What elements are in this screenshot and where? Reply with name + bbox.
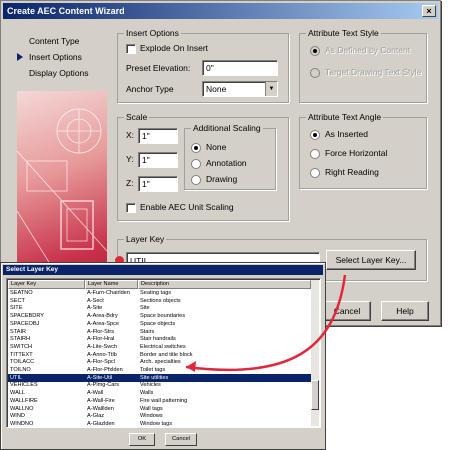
arrowhead-icon	[186, 361, 196, 372]
red-arrow-icon	[185, 274, 347, 372]
arrow-annotation	[185, 274, 347, 372]
